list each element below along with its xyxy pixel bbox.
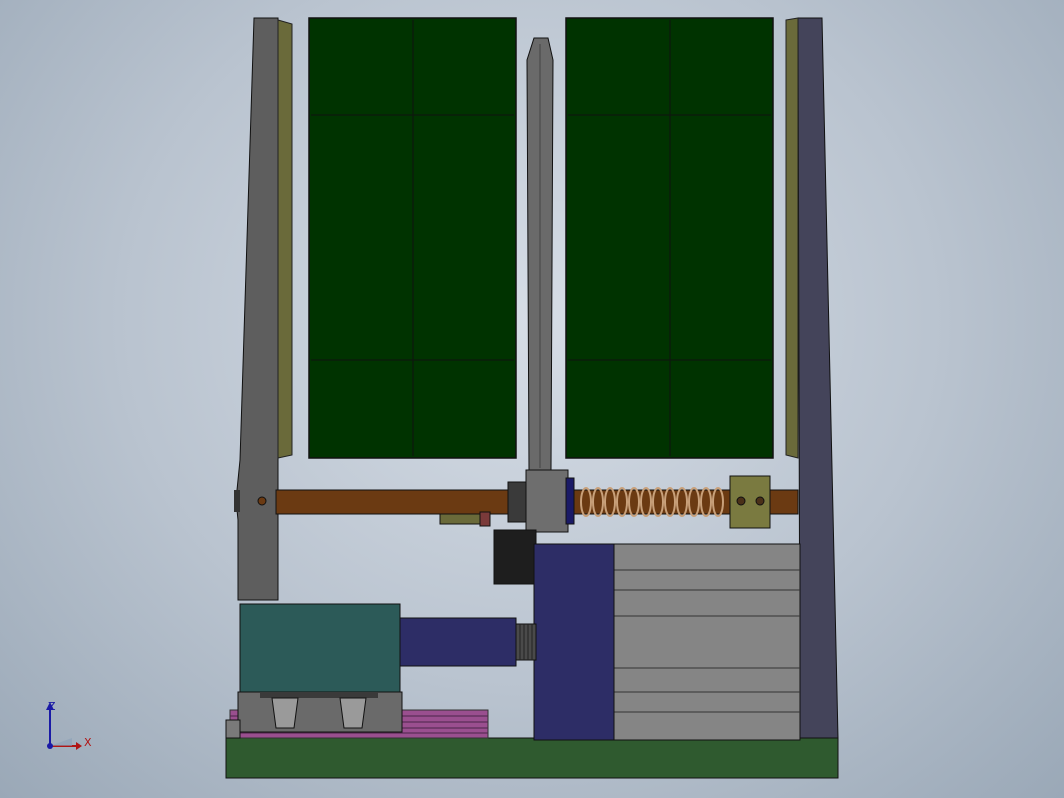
axis-triad: Z X — [46, 700, 92, 750]
mount-block — [493, 529, 537, 585]
gearbox-base — [237, 691, 403, 733]
motor-body — [399, 617, 517, 667]
coupling-thread — [515, 623, 537, 661]
y-axis-hint — [50, 738, 72, 746]
air-cylinder — [611, 543, 801, 741]
right-rail — [785, 17, 799, 459]
x-axis-label: X — [84, 736, 92, 749]
right-panel — [565, 17, 774, 459]
base-plate — [225, 737, 839, 779]
left-frame-column — [235, 17, 279, 601]
x-axis-arrow — [76, 742, 82, 750]
motor-flange — [533, 543, 615, 741]
z-axis-label: Z — [48, 700, 56, 713]
right-frame-column — [797, 17, 839, 739]
pivot-block — [525, 469, 569, 533]
shaft-pin-left — [257, 496, 267, 506]
origin-point — [47, 743, 53, 749]
left-rail — [277, 19, 293, 459]
left-panel — [308, 17, 517, 459]
cad-viewport[interactable] — [0, 0, 1064, 798]
gearbox — [239, 603, 401, 693]
